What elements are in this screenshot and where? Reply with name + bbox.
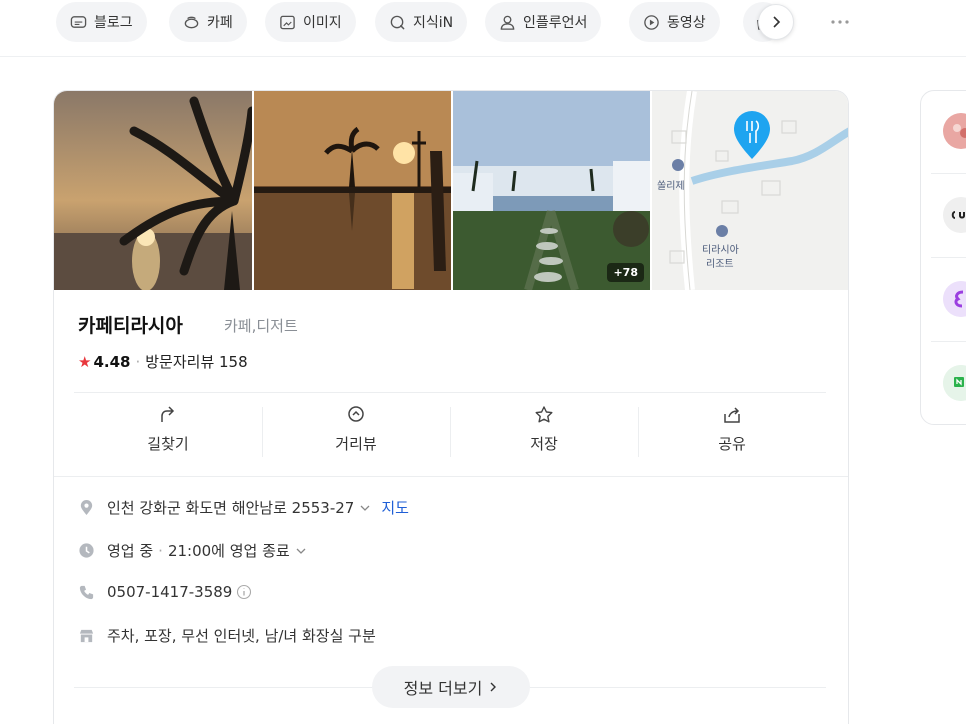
- side-app-icon[interactable]: [943, 113, 966, 149]
- mini-map[interactable]: 쏠리제 티라시아 리조트: [652, 91, 848, 290]
- amenities-row: 주차, 포장, 무선 인터넷, 남/녀 화장실 구분: [78, 625, 376, 646]
- rating-value: 4.48: [93, 352, 131, 371]
- tab-image[interactable]: 이미지: [265, 2, 356, 42]
- action-label: 길찾기: [147, 435, 189, 453]
- tab-label: 지식iN: [413, 15, 454, 31]
- tab-more-button[interactable]: [822, 4, 858, 40]
- hours-row: 영업 중 · 21:00에 영업 종료: [78, 540, 307, 561]
- phone-row: 0507-1417-3589: [78, 583, 252, 601]
- place-photo[interactable]: [54, 91, 252, 290]
- influencer-icon: [500, 15, 515, 30]
- map-link[interactable]: 지도: [381, 497, 409, 518]
- directions-icon: [161, 406, 175, 422]
- divider: [931, 173, 966, 174]
- map-label: 티라시아: [702, 244, 739, 256]
- action-label: 공유: [718, 435, 746, 453]
- photo-count-badge: +78: [607, 263, 644, 282]
- rating-row: ★ 4.48 · 방문자리뷰 158: [78, 351, 248, 372]
- tab-label: 동영상: [667, 15, 706, 31]
- action-label: 저장: [530, 435, 558, 453]
- action-bar: 길찾기 거리뷰 저장 공유: [74, 403, 826, 465]
- phone-icon: [79, 585, 94, 599]
- place-category: 카페,디저트: [224, 317, 298, 335]
- side-app-icon[interactable]: [943, 197, 966, 233]
- tab-label: 이미지: [303, 15, 342, 31]
- amenities-text: 주차, 포장, 무선 인터넷, 남/녀 화장실 구분: [107, 627, 376, 645]
- hours-detail[interactable]: 21:00에 영업 종료: [168, 540, 290, 561]
- separator: ·: [158, 541, 163, 560]
- chevron-right-icon: [488, 681, 498, 693]
- review-count-link[interactable]: 방문자리뷰 158: [145, 351, 247, 372]
- tab-knowledge-in[interactable]: 지식iN: [375, 2, 468, 42]
- hours-status: 영업 중: [107, 542, 154, 560]
- info-icon[interactable]: [236, 584, 252, 600]
- tab-video[interactable]: 동영상: [629, 2, 720, 42]
- tab-label: 카페: [207, 15, 233, 31]
- chevron-down-icon[interactable]: [359, 502, 371, 514]
- share-button[interactable]: 공유: [638, 403, 826, 465]
- tab-cafe[interactable]: 카페: [169, 2, 247, 42]
- address-row: 인천 강화군 화도면 해안남로 2553-27 지도: [78, 497, 409, 518]
- street-view-button[interactable]: 거리뷰: [262, 403, 450, 465]
- store-icon: [79, 629, 94, 643]
- star-icon: [535, 406, 553, 423]
- image-icon: [280, 15, 295, 29]
- video-icon: [644, 14, 659, 30]
- share-icon: [724, 407, 740, 423]
- map-label: 리조트: [706, 258, 734, 270]
- side-app-icon[interactable]: [943, 365, 966, 401]
- save-button[interactable]: 저장: [450, 403, 638, 465]
- rating-star-icon: ★: [78, 352, 92, 371]
- place-photo[interactable]: +78: [453, 91, 650, 290]
- side-panel: [920, 90, 966, 425]
- side-app-icon[interactable]: [943, 281, 966, 317]
- cafe-icon: [184, 16, 199, 28]
- action-label: 거리뷰: [335, 435, 377, 453]
- tab-label: 블로그: [94, 15, 133, 31]
- divider: [74, 392, 826, 393]
- place-photo[interactable]: [254, 91, 451, 290]
- divider: [931, 341, 966, 342]
- tab-influencer[interactable]: 인플루언서: [485, 2, 602, 42]
- clock-icon: [79, 543, 94, 558]
- chevron-right-icon: [773, 16, 781, 28]
- separator: ·: [135, 352, 141, 371]
- tab-scroll-right-button[interactable]: [758, 4, 794, 40]
- search-tab-bar: 블로그 카페 이미지 지식iN 인플루언서 동영상: [0, 0, 966, 57]
- more-info-label: 정보 더보기: [403, 679, 483, 698]
- tab-blog[interactable]: 블로그: [56, 2, 147, 42]
- address-text[interactable]: 인천 강화군 화도면 해안남로 2553-27: [107, 497, 354, 518]
- phone-number[interactable]: 0507-1417-3589: [107, 583, 232, 601]
- knowledge-icon: [390, 15, 405, 29]
- tab-label: 인플루언서: [523, 15, 588, 31]
- blog-icon: [70, 15, 87, 28]
- photo-strip: +78 쏠리제 티라시아 리조트: [54, 91, 848, 290]
- more-info-button[interactable]: 정보 더보기: [372, 666, 530, 708]
- divider: [931, 257, 966, 258]
- location-pin-icon: [80, 499, 93, 516]
- chevron-down-icon[interactable]: [295, 545, 307, 557]
- directions-button[interactable]: 길찾기: [74, 403, 262, 465]
- place-card: +78 쏠리제 티라시아 리조트 카페티라시아 카페,디저트 ★ 4.48 · …: [53, 90, 849, 724]
- street-view-icon: [348, 406, 364, 422]
- more-icon: [831, 20, 849, 24]
- map-label: 쏠리제: [657, 180, 685, 192]
- place-title[interactable]: 카페티라시아: [78, 311, 183, 338]
